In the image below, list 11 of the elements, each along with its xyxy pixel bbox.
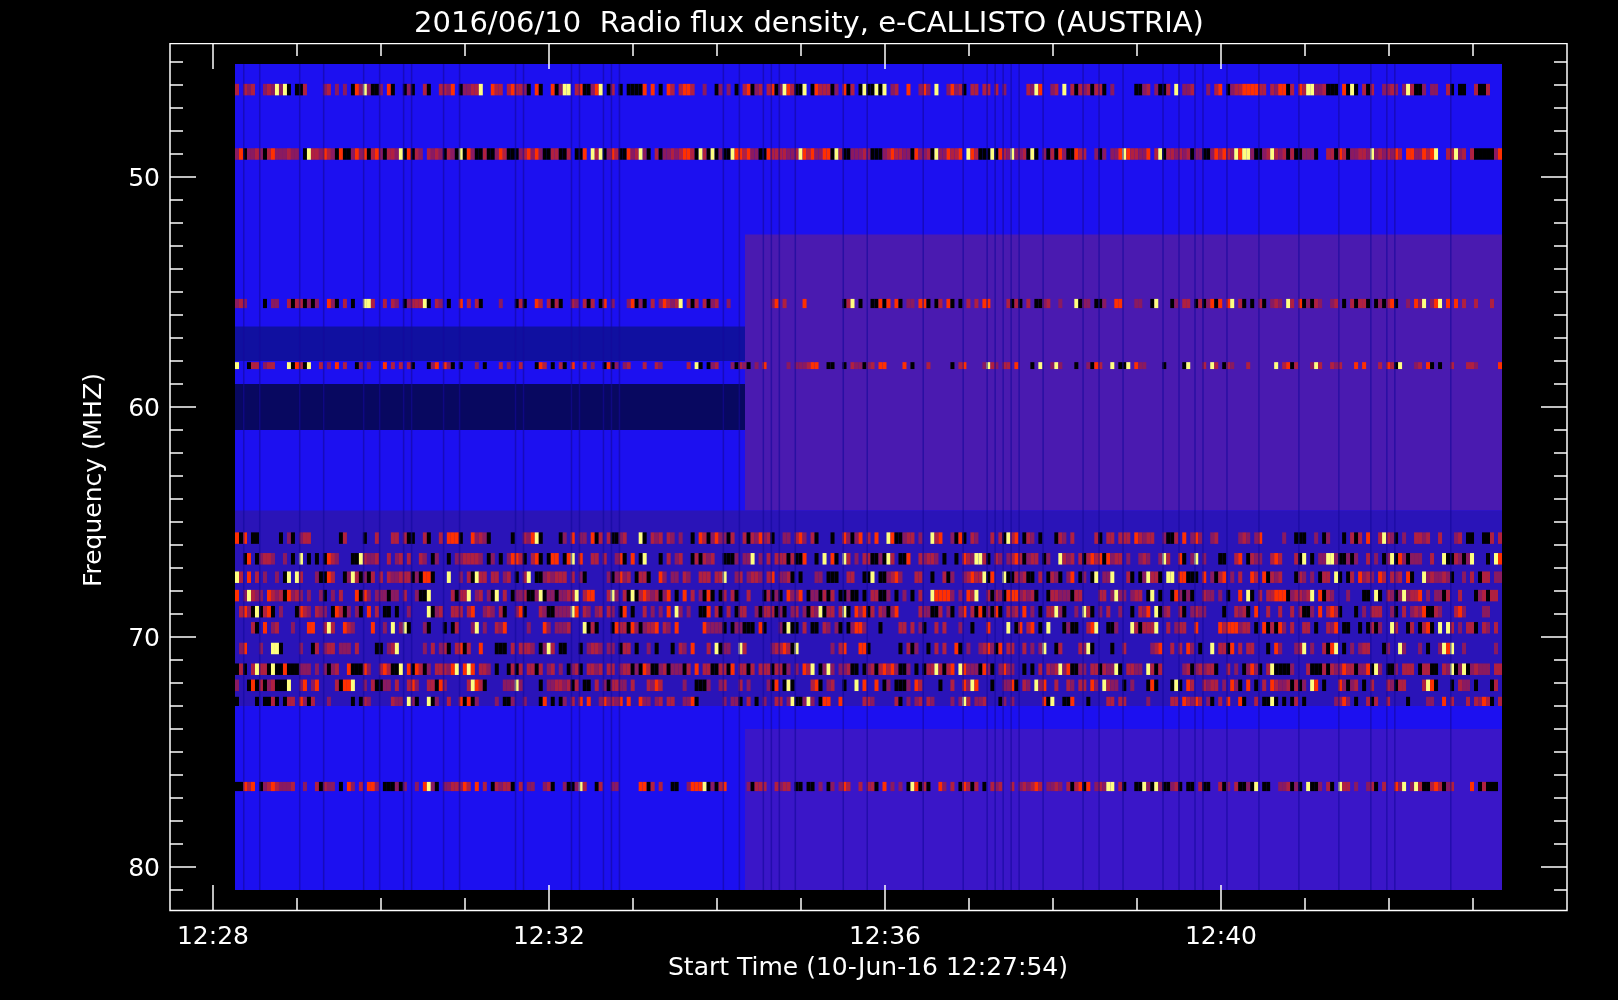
x-tick-label: 12:40 (1185, 921, 1257, 950)
x-tick-label: 12:32 (513, 921, 585, 950)
x-tick-label: 12:36 (849, 921, 921, 950)
y-tick-label: 60 (128, 393, 160, 422)
y-tick-label: 80 (128, 853, 160, 882)
y-tick-label: 70 (128, 623, 160, 652)
y-tick-label: 50 (128, 163, 160, 192)
x-axis-label: Start Time (10-Jun-16 12:27:54) (668, 952, 1068, 981)
x-tick-label: 12:28 (177, 921, 249, 950)
y-axis-label: Frequency (MHZ) (78, 372, 107, 588)
chart-title: 2016/06/10 Radio flux density, e-CALLISTO (AUSTRIA) (413, 3, 1205, 41)
